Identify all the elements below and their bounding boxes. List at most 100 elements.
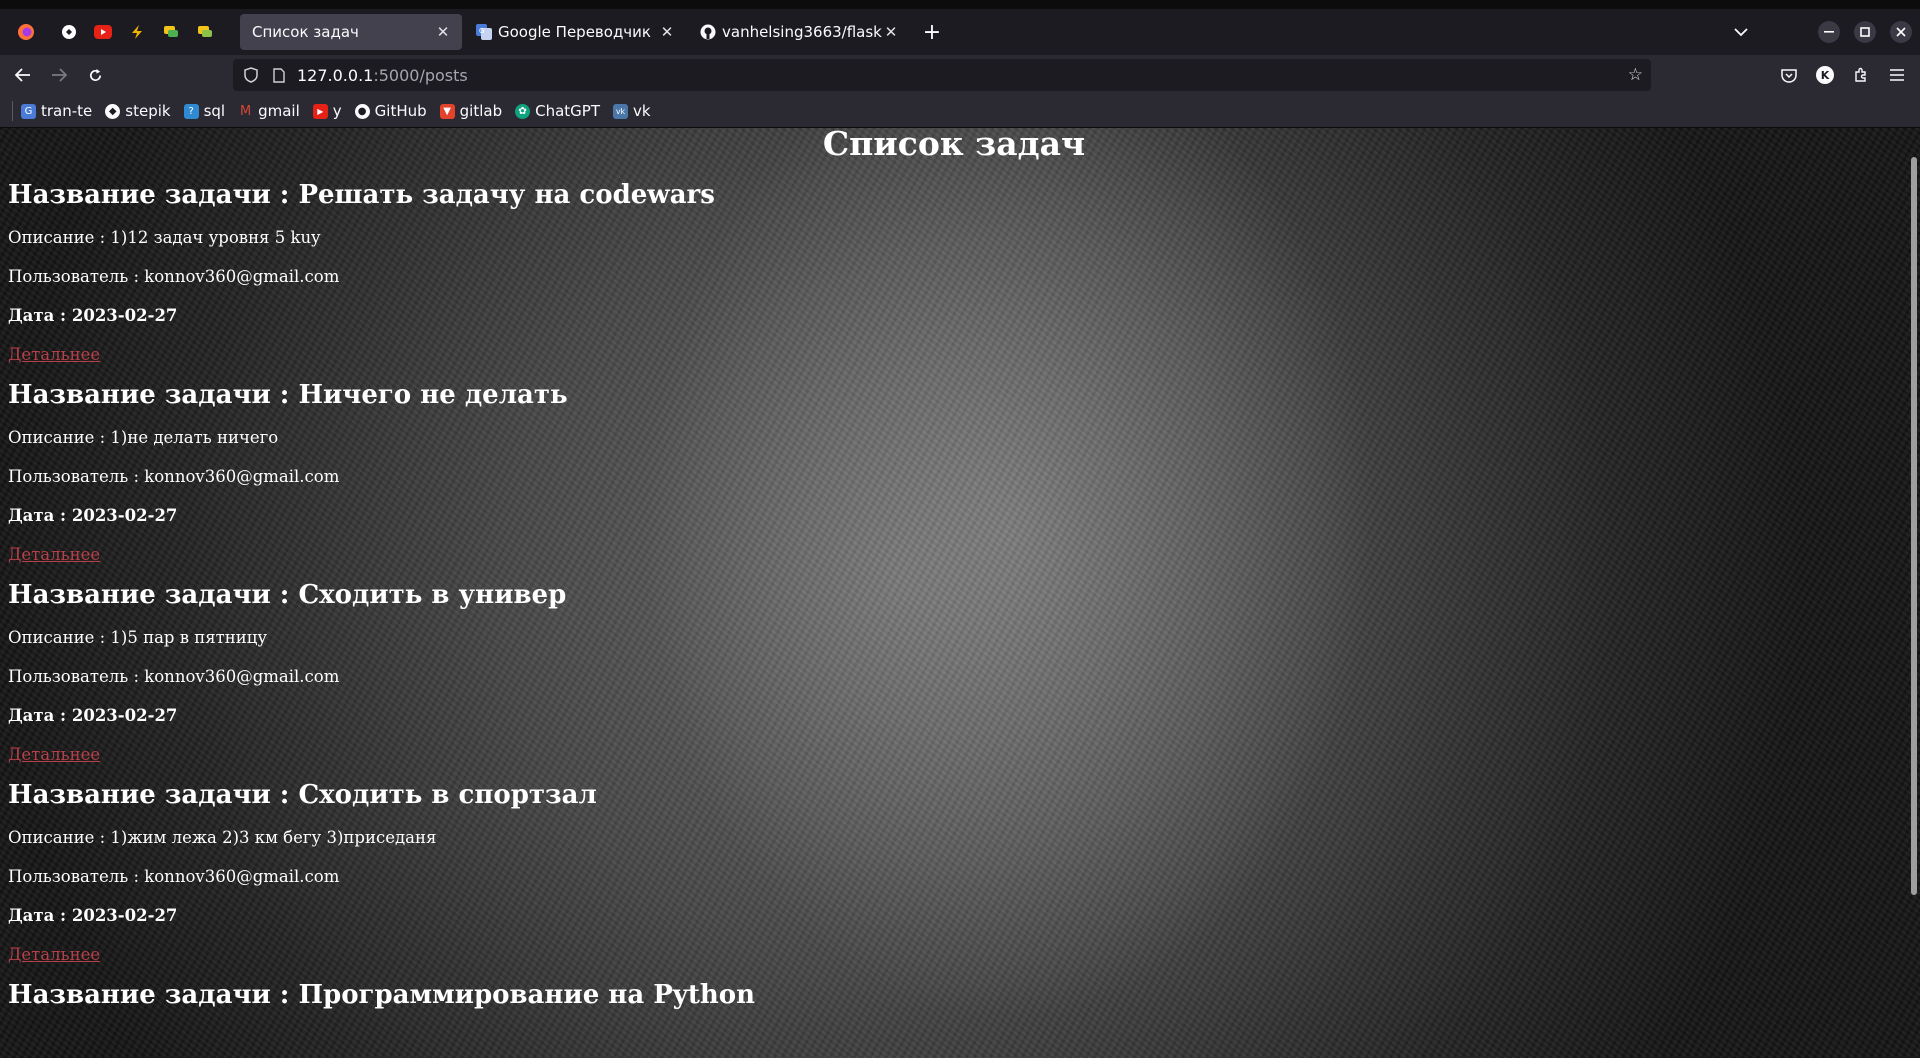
- bookmark-label: vk: [633, 102, 651, 120]
- avatar: K: [1816, 66, 1834, 84]
- bookmark-label: y: [332, 102, 342, 120]
- stepik-icon: ◆: [105, 103, 121, 119]
- page-icon[interactable]: [265, 67, 293, 83]
- chatgpt-icon: ✿: [515, 103, 531, 119]
- bookmark-vk[interactable]: vk vk: [613, 98, 656, 124]
- post-title: Название задачи : Ничего не делать: [8, 380, 568, 410]
- reload-button[interactable]: [77, 59, 113, 91]
- pinned-tab-chat-2[interactable]: [188, 15, 222, 49]
- bookmark-chatgpt[interactable]: ✿ ChatGPT: [515, 98, 605, 124]
- chat-icon: [161, 22, 181, 42]
- svg-text:G: G: [479, 27, 484, 35]
- bookmark-sql[interactable]: ? sql: [183, 98, 231, 124]
- tab-spisok-zadach[interactable]: Список задач ✕: [240, 14, 462, 50]
- toolbar-right: K: [1771, 55, 1920, 95]
- bookmark-label: GitHub: [374, 102, 427, 120]
- post-item: Название задачи : Сходить в спортзал Опи…: [8, 780, 1900, 966]
- post-title: Название задачи : Программирование на Py…: [8, 980, 756, 1010]
- pocket-icon[interactable]: [1771, 59, 1807, 91]
- url-bar[interactable]: 127.0.0.1:5000/posts ☆: [233, 59, 1651, 91]
- shield-icon[interactable]: [237, 67, 265, 83]
- bookmark-gmail[interactable]: Mgmail: [238, 98, 305, 124]
- post-item: Название задачи : Сходить в универ Описа…: [8, 580, 1900, 766]
- bookmark-tran-te[interactable]: Gtran-te: [21, 98, 97, 124]
- post-details-link[interactable]: Детальнее: [8, 544, 100, 566]
- bookmark-y[interactable]: ▶ y: [312, 98, 347, 124]
- post-user: Пользователь : konnov360@gmail.com: [8, 267, 340, 286]
- top-strip: [0, 0, 1920, 9]
- tab-title: vanhelsing3663/flask-sql: [722, 23, 882, 41]
- url-path: :5000/posts: [373, 65, 468, 85]
- pinned-tab-stepik[interactable]: [52, 15, 86, 49]
- post-date: Дата : 2023-02-27: [8, 906, 178, 925]
- bookmarks-separator: [12, 101, 13, 121]
- close-icon[interactable]: ✕: [658, 23, 676, 41]
- close-window-button[interactable]: [1890, 21, 1912, 43]
- post-description: Описание : 1)5 пар в пятницу: [8, 628, 268, 647]
- maximize-button[interactable]: [1854, 21, 1876, 43]
- bookmark-gitlab[interactable]: ▼ gitlab: [439, 98, 507, 124]
- gitlab-icon: ▼: [439, 103, 455, 119]
- bookmark-label: gmail: [258, 102, 300, 120]
- url-text[interactable]: 127.0.0.1:5000/posts: [297, 66, 468, 85]
- bookmark-label: ChatGPT: [535, 102, 600, 120]
- pinned-tab-chat[interactable]: [154, 15, 188, 49]
- url-host: 127.0.0.1: [297, 65, 374, 85]
- chevron-down-icon[interactable]: [1723, 16, 1759, 48]
- youtube-icon: ▶: [312, 103, 328, 119]
- post-item: Название задачи : Программирование на Py…: [8, 980, 1900, 1010]
- bookmarks-toolbar: Gtran-te ◆ stepik ? sql Mgmail ▶ y ● GitHub …: [0, 95, 1920, 128]
- post-title: Название задачи : Сходить в универ: [8, 580, 567, 610]
- bookmark-github[interactable]: ● GitHub: [354, 98, 432, 124]
- close-icon[interactable]: ✕: [434, 23, 452, 41]
- post-item: Название задачи : Ничего не делать Описа…: [8, 380, 1900, 566]
- gmail-icon: M: [238, 103, 254, 119]
- post-date: Дата : 2023-02-27: [8, 306, 178, 325]
- pinned-tab-bolt[interactable]: [120, 15, 154, 49]
- tab-github-repo[interactable]: vanhelsing3663/flask-sql ✕: [688, 14, 910, 50]
- tab-title: Список задач: [252, 23, 359, 41]
- menu-icon[interactable]: [1879, 59, 1915, 91]
- bookmark-star-icon[interactable]: ☆: [1628, 65, 1643, 85]
- post-title: Название задачи : Решать задачу на codew…: [8, 180, 715, 210]
- post-user: Пользователь : konnov360@gmail.com: [8, 467, 340, 486]
- firefox-icon: [16, 22, 36, 42]
- forward-button[interactable]: [41, 59, 77, 91]
- post-details-link[interactable]: Детальнее: [8, 344, 100, 366]
- post-description: Описание : 1)не делать ничего: [8, 428, 279, 447]
- extensions-icon[interactable]: [1843, 59, 1879, 91]
- pinned-tab-youtube[interactable]: [86, 15, 120, 49]
- bookmark-label: sql: [203, 102, 226, 120]
- post-description: Описание : 1)12 задач уровня 5 kuy: [8, 228, 321, 247]
- github-icon: ●: [354, 103, 370, 119]
- post-details-link[interactable]: Детальнее: [8, 744, 100, 766]
- pinned-tab-firefox[interactable]: [0, 15, 52, 49]
- account-button[interactable]: K: [1807, 59, 1843, 91]
- github-icon: [700, 24, 716, 40]
- tab-bar: Список задач ✕ G Google Переводчик ✕ van…: [0, 9, 1920, 55]
- tabbar-right: [1723, 9, 1920, 55]
- close-icon[interactable]: ✕: [882, 23, 900, 41]
- post-item: Название задачи : Решать задачу на codew…: [8, 180, 1900, 366]
- translate-icon: G: [21, 103, 36, 119]
- bolt-icon: [127, 22, 147, 42]
- minimize-button[interactable]: [1818, 21, 1840, 43]
- post-details-link[interactable]: Детальнее: [8, 944, 100, 966]
- bookmark-stepik[interactable]: ◆ stepik: [105, 98, 175, 124]
- vk-icon: vk: [613, 103, 628, 119]
- tab-title: Google Переводчик: [498, 23, 651, 41]
- translate-icon: G: [476, 24, 492, 40]
- post-description: Описание : 1)жим лежа 2)3 км бегу 3)прис…: [8, 828, 437, 847]
- post-user: Пользователь : konnov360@gmail.com: [8, 867, 340, 886]
- scrollbar-thumb[interactable]: [1911, 157, 1917, 895]
- page-title: Список задач: [822, 128, 1086, 163]
- post-user: Пользователь : konnov360@gmail.com: [8, 667, 340, 686]
- new-tab-button[interactable]: +: [914, 15, 950, 49]
- sql-icon: ?: [183, 103, 199, 119]
- chat-icon-2: [195, 22, 215, 42]
- nav-bar: 127.0.0.1:5000/posts ☆ K: [0, 55, 1920, 95]
- post-date: Дата : 2023-02-27: [8, 506, 178, 525]
- back-button[interactable]: [5, 59, 41, 91]
- bookmark-label: tran-te: [41, 102, 93, 120]
- tab-google-translate[interactable]: G Google Переводчик ✕: [464, 14, 686, 50]
